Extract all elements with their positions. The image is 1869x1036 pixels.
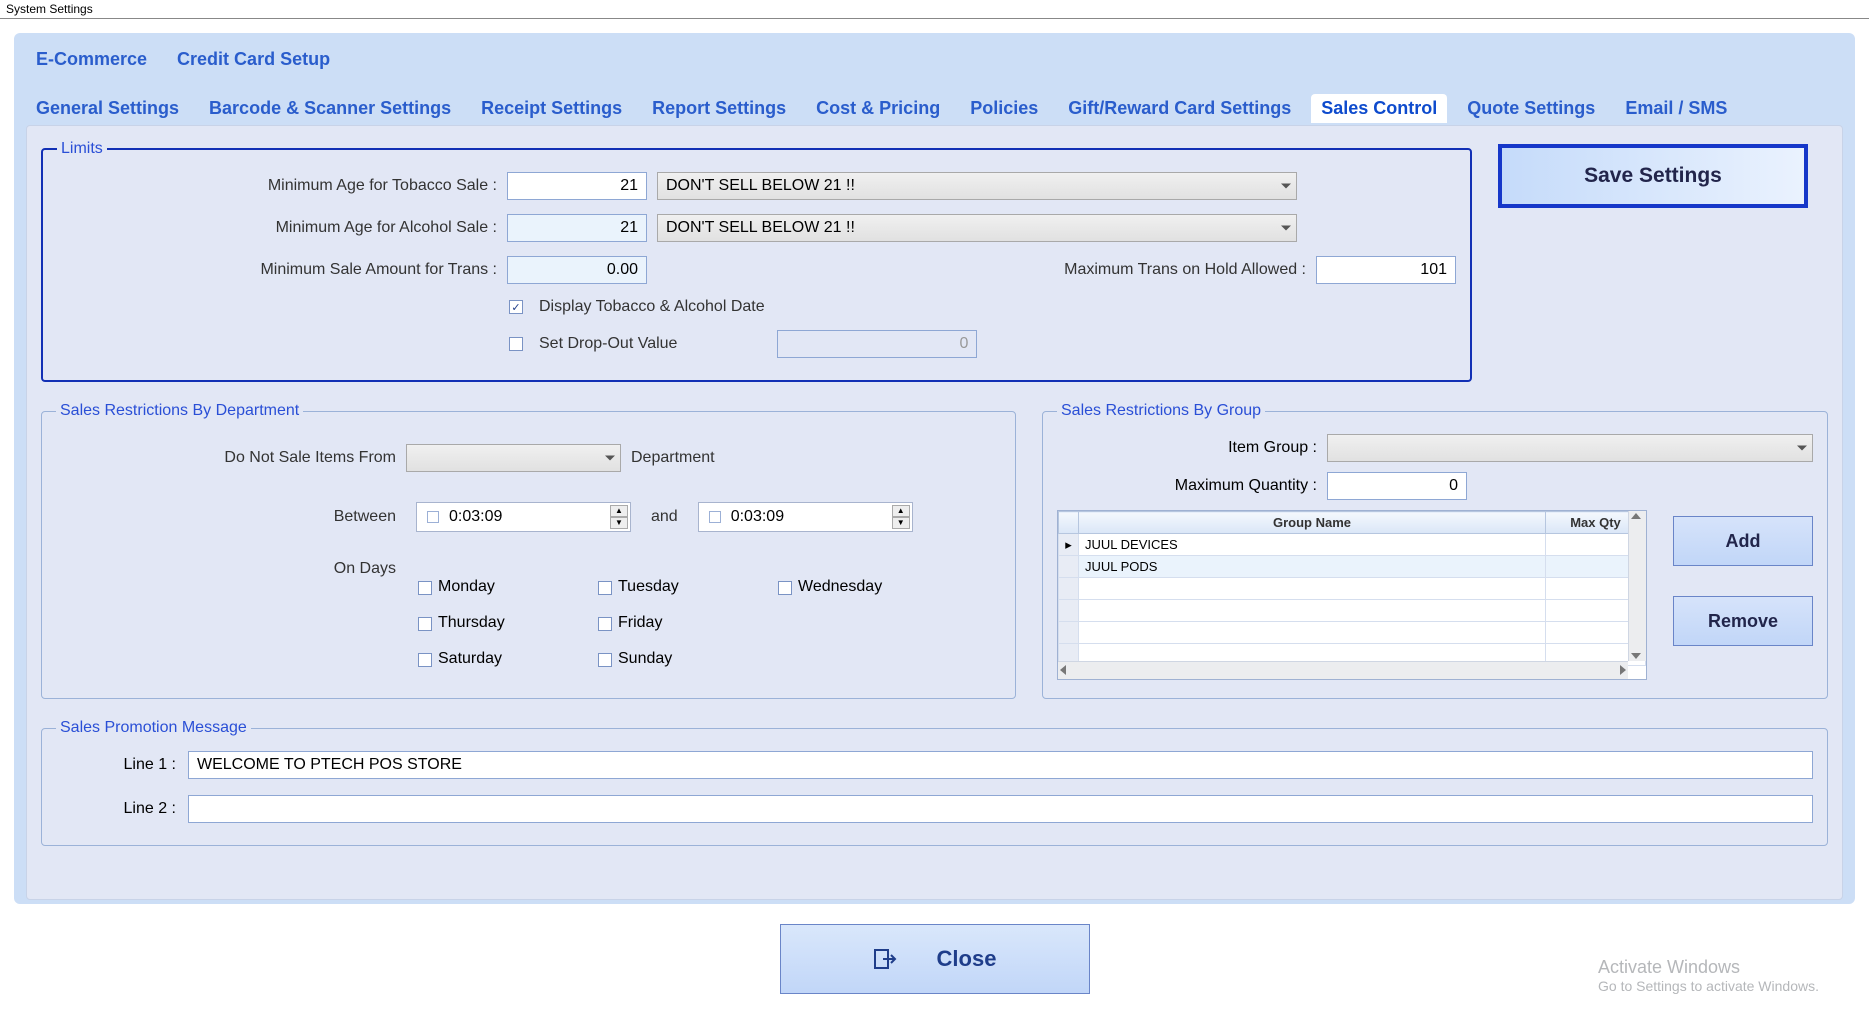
scrollbar-vertical[interactable] xyxy=(1628,511,1646,661)
day-saturday-label: Saturday xyxy=(438,650,502,667)
do-not-sale-label: Do Not Sale Items From xyxy=(56,449,396,467)
department-combo[interactable] xyxy=(406,444,621,472)
close-label: Close xyxy=(937,946,997,972)
line2-input[interactable] xyxy=(188,795,1813,823)
day-friday-label: Friday xyxy=(618,614,662,631)
windows-watermark: Activate Windows Go to Settings to activ… xyxy=(1598,957,1819,994)
alcohol-age-input[interactable] xyxy=(507,214,647,242)
day-tuesday-checkbox[interactable] xyxy=(598,581,612,595)
dept-fieldset: Sales Restrictions By Department Do Not … xyxy=(41,402,1016,699)
promo-fieldset: Sales Promotion Message Line 1 : Line 2 … xyxy=(41,719,1828,846)
close-button[interactable]: Close xyxy=(780,924,1090,994)
save-settings-button[interactable]: Save Settings xyxy=(1498,144,1808,208)
tab-e-commerce[interactable]: E-Commerce xyxy=(26,45,157,74)
dropout-checkbox[interactable] xyxy=(509,337,523,351)
tab-barcode-scanner[interactable]: Barcode & Scanner Settings xyxy=(199,94,461,123)
scrollbar-horizontal[interactable] xyxy=(1058,661,1628,679)
tab-quote-settings[interactable]: Quote Settings xyxy=(1457,94,1605,123)
tab-general-settings[interactable]: General Settings xyxy=(26,94,189,123)
line2-label: Line 2 : xyxy=(56,800,176,818)
tab-gift-reward[interactable]: Gift/Reward Card Settings xyxy=(1058,94,1301,123)
add-button[interactable]: Add xyxy=(1673,516,1813,566)
spin-up-icon[interactable]: ▲ xyxy=(892,505,910,517)
tab-policies[interactable]: Policies xyxy=(960,94,1048,123)
dept-legend: Sales Restrictions By Department xyxy=(56,402,303,420)
day-sunday-label: Sunday xyxy=(618,650,672,667)
tobacco-age-label: Minimum Age for Tobacco Sale : xyxy=(57,177,497,195)
group-grid[interactable]: Group Name Max Qty ▸ JUUL DEVICES 1 xyxy=(1057,510,1647,680)
day-thursday-label: Thursday xyxy=(438,614,505,631)
display-date-checkbox[interactable] xyxy=(509,300,523,314)
time-from-value: 0:03:09 xyxy=(449,508,502,526)
tab-credit-card-setup[interactable]: Credit Card Setup xyxy=(167,45,340,74)
tabs-container: E-Commerce Credit Card Setup General Set… xyxy=(14,33,1855,904)
on-days-label: On Days xyxy=(56,560,396,668)
min-sale-input[interactable] xyxy=(507,256,647,284)
day-monday-label: Monday xyxy=(438,578,495,595)
table-row[interactable]: JUUL PODS 4 xyxy=(1059,556,1646,578)
item-group-label: Item Group : xyxy=(1057,439,1317,457)
line1-input[interactable] xyxy=(188,751,1813,779)
remove-button[interactable]: Remove xyxy=(1673,596,1813,646)
watermark-title: Activate Windows xyxy=(1598,957,1819,978)
min-sale-label: Minimum Sale Amount for Trans : xyxy=(57,261,497,279)
day-tuesday-label: Tuesday xyxy=(618,578,679,595)
dropout-label: Set Drop-Out Value xyxy=(539,335,677,353)
table-row[interactable]: ▸ JUUL DEVICES 1 xyxy=(1059,534,1646,556)
dropout-input xyxy=(777,330,977,358)
cell-group-name: JUUL PODS xyxy=(1079,556,1546,578)
time-to-value: 0:03:09 xyxy=(731,508,784,526)
tab-sales-control[interactable]: Sales Control xyxy=(1311,94,1447,123)
exit-icon xyxy=(873,947,897,971)
max-hold-input[interactable] xyxy=(1316,256,1456,284)
time-from-input[interactable]: 0:03:09 ▲▼ xyxy=(416,502,631,532)
alcohol-msg-combo[interactable]: DON'T SELL BELOW 21 !! xyxy=(657,214,1297,242)
promo-legend: Sales Promotion Message xyxy=(56,719,251,737)
line1-label: Line 1 : xyxy=(56,756,176,774)
item-group-combo[interactable] xyxy=(1327,434,1813,462)
time-to-input[interactable]: 0:03:09 ▲▼ xyxy=(698,502,913,532)
day-sunday-checkbox[interactable] xyxy=(598,653,612,667)
day-friday-checkbox[interactable] xyxy=(598,617,612,631)
limits-fieldset: Limits Minimum Age for Tobacco Sale : DO… xyxy=(41,140,1472,382)
tobacco-msg-value: DON'T SELL BELOW 21 !! xyxy=(666,177,855,195)
day-thursday-checkbox[interactable] xyxy=(418,617,432,631)
cell-group-name: JUUL DEVICES xyxy=(1079,534,1546,556)
day-wednesday-label: Wednesday xyxy=(798,578,882,595)
between-label: Between xyxy=(56,508,396,526)
and-label: and xyxy=(651,508,678,526)
spin-up-icon[interactable]: ▲ xyxy=(610,505,628,517)
group-legend: Sales Restrictions By Group xyxy=(1057,402,1265,420)
tab-email-sms[interactable]: Email / SMS xyxy=(1615,94,1737,123)
tab-cost-pricing[interactable]: Cost & Pricing xyxy=(806,94,950,123)
spin-down-icon[interactable]: ▼ xyxy=(610,517,628,529)
tobacco-msg-combo[interactable]: DON'T SELL BELOW 21 !! xyxy=(657,172,1297,200)
day-wednesday-checkbox[interactable] xyxy=(778,581,792,595)
watermark-sub: Go to Settings to activate Windows. xyxy=(1598,978,1819,994)
max-qty-label: Maximum Quantity : xyxy=(1057,477,1317,495)
spin-down-icon[interactable]: ▼ xyxy=(892,517,910,529)
department-word: Department xyxy=(631,449,715,467)
day-saturday-checkbox[interactable] xyxy=(418,653,432,667)
display-date-label: Display Tobacco & Alcohol Date xyxy=(539,298,765,316)
tobacco-age-input[interactable] xyxy=(507,172,647,200)
tab-report-settings[interactable]: Report Settings xyxy=(642,94,796,123)
max-hold-label: Maximum Trans on Hold Allowed : xyxy=(1064,261,1306,279)
alcohol-msg-value: DON'T SELL BELOW 21 !! xyxy=(666,219,855,237)
day-monday-checkbox[interactable] xyxy=(418,581,432,595)
alcohol-age-label: Minimum Age for Alcohol Sale : xyxy=(57,219,497,237)
window-title: System Settings xyxy=(0,0,1869,19)
group-fieldset: Sales Restrictions By Group Item Group :… xyxy=(1042,402,1828,699)
limits-legend: Limits xyxy=(57,140,107,158)
col-group-name[interactable]: Group Name xyxy=(1079,512,1546,534)
max-qty-input[interactable] xyxy=(1327,472,1467,500)
tab-receipt-settings[interactable]: Receipt Settings xyxy=(471,94,632,123)
